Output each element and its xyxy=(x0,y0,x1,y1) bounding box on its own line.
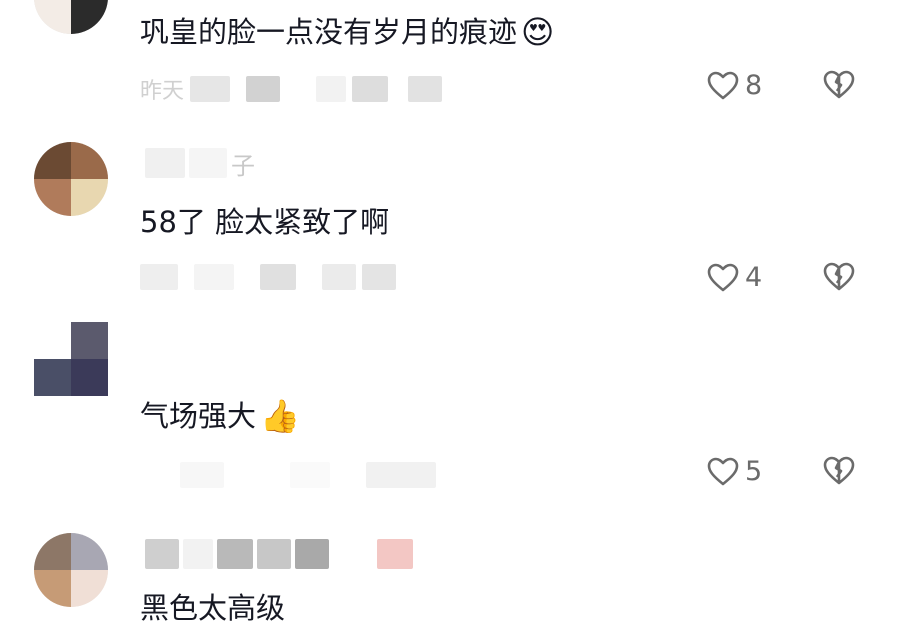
username[interactable] xyxy=(145,539,413,569)
dislike-button[interactable] xyxy=(822,262,856,292)
redacted-meta xyxy=(190,76,231,102)
redacted-meta xyxy=(260,264,296,290)
redacted-meta xyxy=(246,76,281,102)
redacted-meta xyxy=(408,76,443,102)
avatar[interactable] xyxy=(34,142,108,216)
redacted-meta xyxy=(322,264,356,290)
comment-text: 气场强大 👍 xyxy=(140,397,300,435)
broken-heart-icon xyxy=(822,456,856,486)
avatar[interactable] xyxy=(34,533,108,607)
broken-heart-icon xyxy=(822,262,856,292)
heart-icon xyxy=(707,263,739,293)
redacted-username xyxy=(295,539,329,569)
like-button[interactable]: 8 xyxy=(707,70,762,101)
thumbs-up-emoji-icon: 👍 xyxy=(260,397,300,435)
heart-eyes-emoji-icon: 😍 xyxy=(521,13,555,51)
redacted-username xyxy=(183,539,213,569)
like-count: 5 xyxy=(745,456,763,487)
username[interactable]: 子 xyxy=(145,148,255,180)
redacted-username xyxy=(145,148,185,178)
redacted-username xyxy=(377,539,413,569)
comment-meta: 昨天 xyxy=(140,74,443,104)
redacted-username xyxy=(333,539,369,569)
heart-icon xyxy=(707,457,739,487)
like-button[interactable]: 4 xyxy=(707,262,762,293)
dislike-button[interactable] xyxy=(822,70,856,100)
like-button[interactable]: 5 xyxy=(707,456,762,487)
redacted-meta xyxy=(352,76,389,102)
redacted-meta xyxy=(316,76,347,102)
redacted-meta xyxy=(140,264,178,290)
redacted-meta xyxy=(180,462,224,488)
heart-icon xyxy=(707,71,739,101)
redacted-meta xyxy=(362,264,396,290)
like-count: 8 xyxy=(745,70,763,101)
redacted-meta xyxy=(366,462,436,488)
redacted-username xyxy=(145,539,179,569)
avatar[interactable] xyxy=(34,322,108,396)
like-count: 4 xyxy=(745,262,763,293)
redacted-username xyxy=(257,539,291,569)
redacted-meta xyxy=(194,264,234,290)
avatar[interactable] xyxy=(34,0,108,34)
comment-text: 巩皇的脸一点没有岁月的痕迹 😍 xyxy=(140,13,555,51)
redacted-username xyxy=(189,148,227,178)
comment-meta xyxy=(140,460,436,490)
dislike-button[interactable] xyxy=(822,456,856,486)
comment-text: 黑色太高级 xyxy=(140,591,286,625)
username-fragment: 子 xyxy=(231,151,255,180)
comment-text: 58了 脸太紧致了啊 xyxy=(140,205,390,239)
redacted-meta xyxy=(290,462,330,488)
redacted-username xyxy=(217,539,253,569)
broken-heart-icon xyxy=(822,70,856,100)
comment-meta xyxy=(140,262,396,292)
timestamp: 昨天 xyxy=(140,79,185,104)
